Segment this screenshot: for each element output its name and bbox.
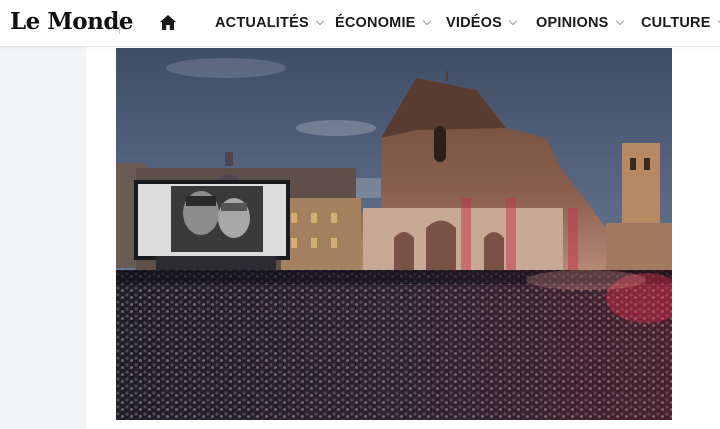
nav-label: VIDÉOS: [446, 15, 502, 31]
chevron-down-icon: [615, 16, 624, 26]
home-icon[interactable]: [158, 13, 178, 33]
nav-item-opinions[interactable]: OPINIONS: [536, 0, 624, 46]
chevron-down-icon: [422, 16, 431, 26]
nav-label: CULTURE: [641, 15, 711, 31]
site-logo[interactable]: Le Monde: [10, 8, 134, 36]
nav-label: ÉCONOMIE: [335, 15, 416, 31]
nav-item-economie[interactable]: ÉCONOMIE: [335, 0, 431, 46]
chevron-down-icon: [315, 16, 325, 26]
nav-item-actualites[interactable]: ACTUALITÉS: [215, 0, 325, 46]
nav-item-videos[interactable]: VIDÉOS: [446, 0, 518, 46]
chevron-down-icon: [508, 16, 518, 26]
right-margin: [672, 47, 720, 429]
left-gutter: [0, 47, 86, 429]
site-header: Le Monde ACTUALITÉS ÉCONOMIE VIDÉOS OPIN…: [0, 0, 720, 47]
nav-label: ACTUALITÉS: [215, 15, 309, 31]
article-photo: [116, 48, 672, 420]
nav-label: OPINIONS: [536, 15, 609, 31]
header-divider: [119, 14, 120, 34]
nav-item-culture[interactable]: CULTURE: [641, 0, 720, 46]
below-photo-area: [86, 420, 720, 429]
